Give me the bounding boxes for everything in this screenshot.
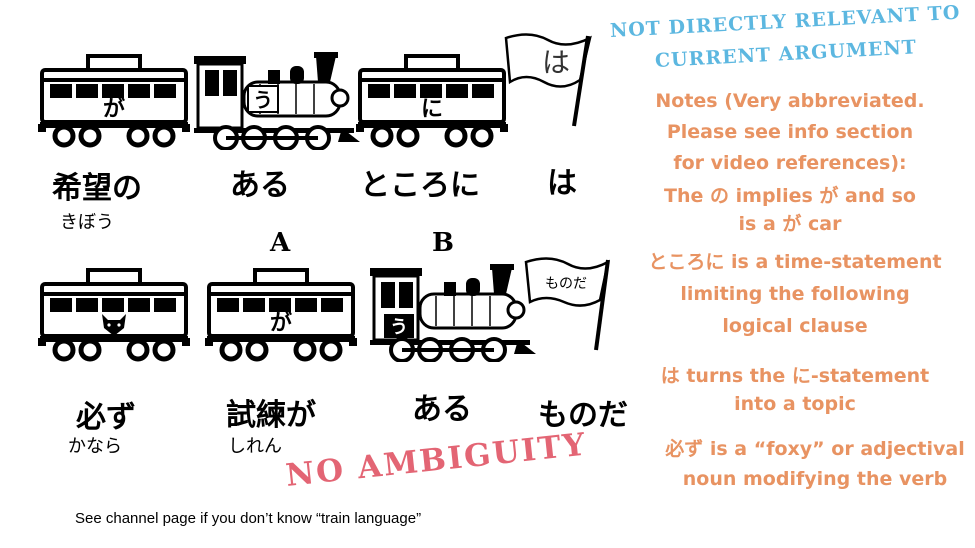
- note-line: は turns the に-statement: [660, 365, 930, 387]
- note-line: The の implies が and so: [664, 185, 916, 207]
- footer-note: See channel page if you don’t know “trai…: [75, 510, 422, 527]
- label-tokoroni: ところに: [360, 168, 480, 203]
- note-line: is a が car: [738, 213, 842, 235]
- furigana-kibou: きぼう: [60, 212, 114, 233]
- car-mark: に: [421, 97, 443, 122]
- note-line: into a topic: [734, 393, 856, 415]
- label-wa: は: [547, 166, 577, 201]
- note-line: 必ず is a “foxy” or adjectival: [665, 438, 965, 460]
- note-wa-topic: は turns the に-statement into a topic: [650, 362, 940, 418]
- loco-mark: う: [253, 88, 273, 112]
- marker-a: A: [270, 228, 291, 258]
- note-line: ところに is a time-statement: [648, 251, 942, 273]
- carriage-ga-car-2: が: [205, 268, 360, 364]
- note-line: for video references):: [673, 152, 907, 174]
- label-shiren-ga: 試練が: [226, 398, 316, 433]
- no-ambiguity-stamp: NO AMBIGUITY: [284, 426, 589, 494]
- locomotive-u-car: う: [192, 50, 362, 150]
- marker-b: B: [432, 228, 454, 258]
- carriage-ga-car: が: [38, 54, 193, 150]
- car-mark: が: [270, 310, 292, 336]
- note-line: limiting the following: [680, 283, 910, 305]
- note-kanarazu-foxy: 必ず is a “foxy” or adjectival noun modify…: [660, 434, 970, 494]
- note-line: noun modifying the verb: [682, 468, 948, 490]
- label-aru-2: ある: [412, 392, 472, 427]
- car-mark: が: [103, 96, 125, 122]
- label-kanarazu: 必ず: [76, 400, 136, 435]
- note-line: Notes (Very abbreviated.: [655, 90, 925, 112]
- note-line: logical clause: [722, 315, 868, 337]
- furigana-kanarazu: かなら: [68, 436, 122, 457]
- label-kibou-no: 希望の: [52, 171, 142, 206]
- note-no-implies-ga: The の implies が and so is a が car: [650, 182, 930, 238]
- note-line: Please see info section: [666, 121, 914, 143]
- flag-mark: は: [542, 46, 570, 79]
- locomotive-u-car-2: う: [368, 262, 538, 362]
- flag-mark: ものだ: [545, 276, 587, 292]
- furigana-shiren: しれん: [228, 436, 282, 457]
- loco-mark: う: [390, 317, 408, 338]
- carriage-fox-car: [38, 268, 193, 364]
- header-stamp-line2: CURRENT ARGUMENT: [654, 36, 918, 72]
- label-aru: ある: [230, 168, 290, 203]
- flag-wa: は: [504, 33, 592, 127]
- carriage-ni-car: に: [356, 54, 511, 150]
- notes-intro: Notes (Very abbreviated. Please see info…: [650, 86, 930, 179]
- note-tokoroni: ところに is a time-statement limiting the fo…: [640, 246, 950, 342]
- flag-monoda: ものだ: [524, 257, 610, 351]
